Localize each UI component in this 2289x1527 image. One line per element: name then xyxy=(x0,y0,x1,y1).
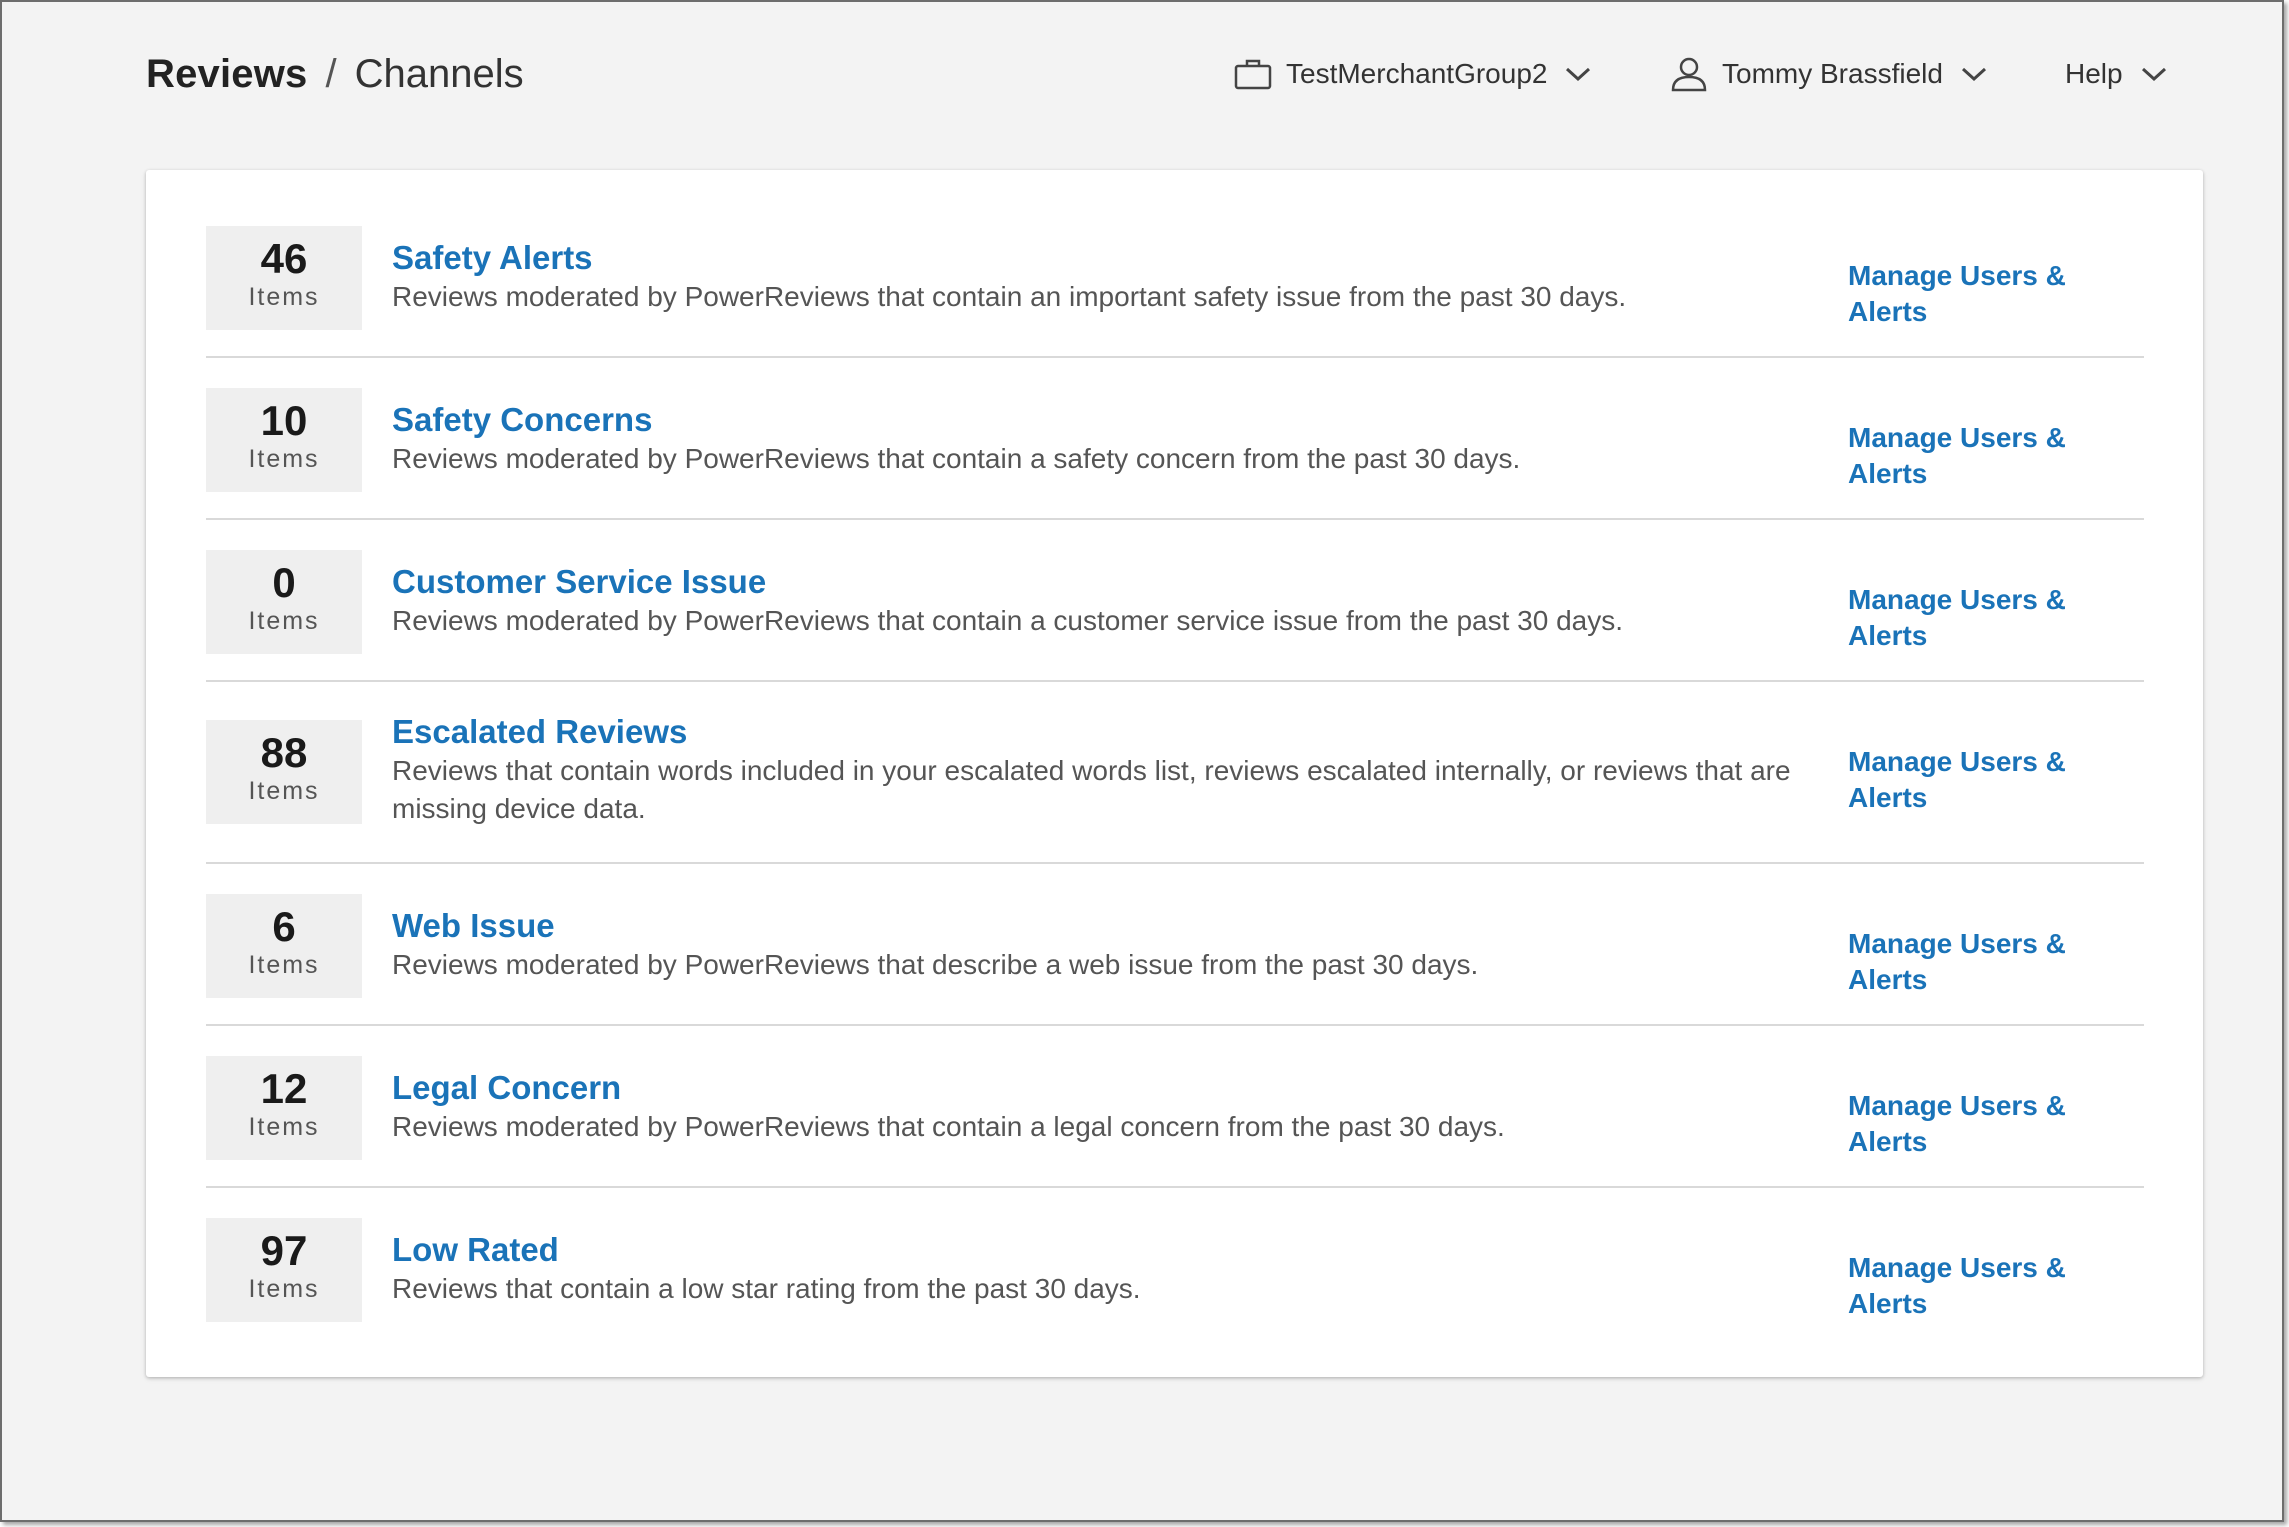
manage-users-alerts-link[interactable]: Manage Users & Alerts xyxy=(1848,744,2144,816)
item-count: 12 xyxy=(260,1065,308,1112)
item-count-badge: 88 Items xyxy=(206,720,362,824)
item-count: 46 xyxy=(260,235,308,282)
item-count: 0 xyxy=(272,559,296,606)
item-count: 10 xyxy=(260,397,308,444)
channels-card: 46 Items Safety Alerts Reviews moderated… xyxy=(146,170,2203,1377)
item-count-badge: 6 Items xyxy=(206,894,362,998)
help-dropdown[interactable]: Help xyxy=(2065,42,2167,106)
chevron-down-icon xyxy=(2141,66,2167,82)
merchant-label: TestMerchantGroup2 xyxy=(1286,58,1548,89)
breadcrumb-separator: / xyxy=(325,51,337,96)
channel-description: Reviews moderated by PowerReviews that c… xyxy=(392,605,1624,636)
item-count-label: Items xyxy=(248,1275,320,1303)
channel-title[interactable]: Customer Service Issue xyxy=(392,562,766,602)
item-count-label: Items xyxy=(248,445,320,473)
channel-row: 88 Items Escalated Reviews Reviews that … xyxy=(206,712,2144,864)
item-count: 88 xyxy=(260,729,308,776)
channel-title[interactable]: Web Issue xyxy=(392,906,555,946)
help-label: Help xyxy=(2065,58,2123,89)
breadcrumb: Reviews / Channels xyxy=(146,42,524,106)
breadcrumb-reviews[interactable]: Reviews xyxy=(146,52,308,97)
item-count-label: Items xyxy=(248,283,320,311)
channel-row: 12 Items Legal Concern Reviews moderated… xyxy=(206,1056,2144,1188)
user-dropdown[interactable]: Tommy Brassfield xyxy=(1670,42,1987,106)
item-count-badge: 10 Items xyxy=(206,388,362,492)
channel-row: 0 Items Customer Service Issue Reviews m… xyxy=(206,550,2144,682)
manage-users-alerts-link[interactable]: Manage Users & Alerts xyxy=(1848,582,2144,654)
item-count: 6 xyxy=(272,903,296,950)
item-count: 97 xyxy=(260,1227,308,1274)
briefcase-icon xyxy=(1234,58,1272,90)
channel-title[interactable]: Safety Alerts xyxy=(392,238,593,278)
channel-row: 97 Items Low Rated Reviews that contain … xyxy=(206,1218,2144,1328)
channel-title[interactable]: Legal Concern xyxy=(392,1068,621,1108)
channel-row: 6 Items Web Issue Reviews moderated by P… xyxy=(206,894,2144,1026)
item-count-label: Items xyxy=(248,951,320,979)
item-count-badge: 12 Items xyxy=(206,1056,362,1160)
chevron-down-icon xyxy=(1565,66,1591,82)
channel-row: 46 Items Safety Alerts Reviews moderated… xyxy=(206,226,2144,358)
channel-title[interactable]: Escalated Reviews xyxy=(392,712,687,752)
user-icon xyxy=(1670,55,1708,93)
item-count-label: Items xyxy=(248,607,320,635)
app-window: Reviews / Channels TestMerchantGroup2 To… xyxy=(0,0,2284,1522)
chevron-down-icon xyxy=(1961,66,1987,82)
channel-row: 10 Items Safety Concerns Reviews moderat… xyxy=(206,388,2144,520)
manage-users-alerts-link[interactable]: Manage Users & Alerts xyxy=(1848,926,2144,998)
page-title: Channels xyxy=(354,51,524,96)
channel-description: Reviews moderated by PowerReviews that c… xyxy=(392,443,1521,474)
manage-users-alerts-link[interactable]: Manage Users & Alerts xyxy=(1848,1250,2144,1322)
manage-users-alerts-link[interactable]: Manage Users & Alerts xyxy=(1848,1088,2144,1160)
item-count-badge: 46 Items xyxy=(206,226,362,330)
item-count-label: Items xyxy=(248,1113,320,1141)
channel-description: Reviews that contain a low star rating f… xyxy=(392,1273,1141,1304)
item-count-badge: 97 Items xyxy=(206,1218,362,1322)
channel-title[interactable]: Safety Concerns xyxy=(392,400,652,440)
manage-users-alerts-link[interactable]: Manage Users & Alerts xyxy=(1848,258,2144,330)
user-label: Tommy Brassfield xyxy=(1722,58,1943,89)
item-count-badge: 0 Items xyxy=(206,550,362,654)
channel-description: Reviews that contain words included in y… xyxy=(392,755,1791,824)
channel-title[interactable]: Low Rated xyxy=(392,1230,559,1270)
channel-description: Reviews moderated by PowerReviews that c… xyxy=(392,281,1627,312)
manage-users-alerts-link[interactable]: Manage Users & Alerts xyxy=(1848,420,2144,492)
merchant-dropdown[interactable]: TestMerchantGroup2 xyxy=(1234,42,1591,106)
channel-description: Reviews moderated by PowerReviews that d… xyxy=(392,949,1479,980)
item-count-label: Items xyxy=(248,777,320,805)
channel-description: Reviews moderated by PowerReviews that c… xyxy=(392,1111,1505,1142)
